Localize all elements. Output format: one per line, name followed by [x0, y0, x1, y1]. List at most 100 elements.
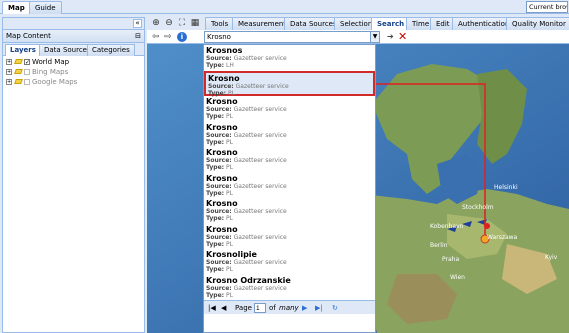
result-source: Source: Gazetteer service [206, 285, 373, 292]
layer-label: Bing Maps [32, 68, 69, 76]
type-label: Type: [206, 240, 225, 248]
source-label: Source: [206, 157, 232, 164]
source-value: Gazetteer service [233, 106, 287, 113]
zoom-out-icon[interactable]: ⊖ [164, 18, 174, 28]
source-value: Gazetteer service [233, 131, 287, 139]
layer-google-maps[interactable]: + Google Maps [6, 78, 144, 88]
panel-title: Map Content [6, 32, 51, 40]
result-name: Krosno [206, 173, 238, 183]
refresh-icon[interactable]: ↻ [332, 304, 338, 312]
layer-world-map[interactable]: + ✓ World Map [6, 58, 144, 68]
type-value: PL [225, 138, 233, 146]
result-name: Krosnolipie [206, 250, 257, 259]
page-number-input[interactable] [254, 303, 266, 313]
layer-folder-icon [14, 79, 23, 84]
tab-guide[interactable]: Guide [29, 1, 62, 14]
type-label: Type: [206, 164, 225, 171]
list-item[interactable]: Krosno Source: Gazetteer service Type: P… [204, 122, 375, 148]
of-label: of [269, 304, 276, 312]
result-source: Source: Gazetteer service [206, 55, 373, 62]
source-value: Gazetteer service [233, 182, 287, 190]
list-item[interactable]: Krosno Source: Gazetteer service Type: P… [204, 96, 375, 122]
collapse-left-icon[interactable]: « [133, 19, 142, 28]
source-label: Source: [206, 106, 232, 113]
prev-page-icon[interactable]: ◀ [221, 304, 226, 312]
source-label: Source: [206, 233, 232, 241]
layer-label: World Map [32, 58, 70, 66]
source-label: Source: [208, 82, 234, 90]
layer-checkbox[interactable] [24, 79, 30, 85]
list-item[interactable]: Krosno Source: Gazetteer service Type: P… [204, 224, 375, 250]
result-name: Krosnos [206, 46, 243, 55]
tab-label: Measurements [238, 20, 290, 28]
expand-icon[interactable]: + [6, 59, 12, 65]
tab-categories-label: Categories [92, 46, 130, 54]
minimize-icon[interactable]: ⊟ [135, 32, 141, 40]
zoom-in-icon[interactable]: ⊕ [151, 18, 161, 28]
collapse-row: « [3, 18, 144, 30]
source-value: Gazetteer service [233, 259, 287, 266]
result-source: Source: Gazetteer service [206, 132, 373, 139]
map-label-berlin: Berlin [430, 242, 448, 249]
last-page-icon[interactable]: ▶| [315, 304, 323, 312]
type-value: PL [225, 164, 233, 171]
result-source: Source: Gazetteer service [208, 83, 371, 90]
layer-bing-maps[interactable]: + Bing Maps [6, 68, 144, 78]
clear-search-icon[interactable]: ✕ [398, 30, 407, 43]
map-label-wien: Wien [450, 274, 465, 281]
search-results-dropdown: Krosnos Source: Gazetteer service Type: … [203, 44, 376, 333]
list-item[interactable]: Krosnolipie Source: Gazetteer service Ty… [204, 249, 375, 275]
info-icon[interactable]: i [177, 32, 187, 42]
list-item[interactable]: Krosno Source: Gazetteer service Type: P… [204, 198, 375, 224]
search-dropdown-icon[interactable]: ▼ [370, 31, 380, 43]
tab-categories[interactable]: Categories [87, 44, 135, 56]
result-type: Type: PL [206, 266, 373, 273]
map-label-kobenhavn: Kobenhavn [430, 223, 464, 230]
tab-label: Tools [211, 20, 229, 28]
tab-quality-monitor[interactable]: Quality Monitor [506, 17, 569, 30]
result-source: Source: Gazetteer service [206, 157, 373, 164]
search-input[interactable] [204, 31, 371, 43]
tab-label: Data Sources [290, 20, 337, 28]
result-source: Source: Gazetteer service [206, 183, 373, 190]
tab-layers[interactable]: Layers [5, 44, 41, 56]
map-label-warszawa: Warszawa [487, 234, 518, 241]
source-label: Source: [206, 284, 232, 292]
map-label-helsinki: Helsinki [494, 184, 518, 191]
layer-label: Google Maps [32, 78, 78, 86]
result-type: Type: PL [206, 215, 373, 222]
search-go-icon[interactable]: ➔ [387, 32, 394, 41]
list-item[interactable]: Krosno Odrzanskie Source: Gazetteer serv… [204, 275, 375, 301]
source-value: Gazetteer service [233, 233, 287, 241]
result-name: Krosno [206, 97, 238, 106]
full-extent-icon[interactable]: ▦ [190, 18, 200, 28]
expand-icon[interactable]: + [6, 79, 12, 85]
result-source: Source: Gazetteer service [206, 234, 373, 241]
first-page-icon[interactable]: |◀ [208, 304, 216, 312]
list-item[interactable]: Krosno Source: Gazetteer service Type: P… [204, 173, 375, 199]
list-item-selected[interactable]: Krosno Source: Gazetteer service Type: P… [204, 70, 375, 97]
tab-search[interactable]: Search [371, 17, 411, 30]
result-type: Type: PL [206, 113, 373, 120]
page-label: Page [235, 304, 252, 312]
source-label: Source: [206, 208, 232, 215]
tab-map[interactable]: Map [2, 1, 31, 14]
tab-label: Edit [436, 20, 450, 28]
type-label: Type: [206, 291, 225, 299]
source-label: Source: [206, 55, 232, 62]
current-browser-button[interactable]: Current brows [526, 1, 568, 13]
next-page-icon[interactable]: ▶ [302, 304, 307, 312]
tab-tools[interactable]: Tools [205, 17, 235, 30]
layer-checkbox[interactable] [24, 69, 30, 75]
layer-folder-icon [14, 59, 23, 64]
result-name: Krosno [206, 148, 238, 157]
back-arrow-icon[interactable]: ⇦ [152, 32, 160, 42]
list-item[interactable]: Krosnos Source: Gazetteer service Type: … [204, 45, 375, 71]
list-item[interactable]: Krosno Source: Gazetteer service Type: P… [204, 147, 375, 173]
expand-icon[interactable]: + [6, 69, 12, 75]
map-content-header: Map Content ⊟ [3, 30, 144, 43]
forward-arrow-icon[interactable]: ⇨ [164, 32, 172, 42]
tab-guide-label: Guide [35, 4, 56, 12]
zoom-box-icon[interactable]: ⛶ [177, 18, 187, 28]
layer-checkbox[interactable]: ✓ [24, 59, 30, 66]
